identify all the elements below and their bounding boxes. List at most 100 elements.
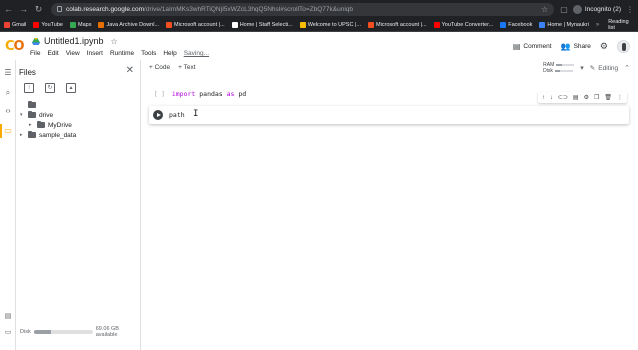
mirror-cell-icon[interactable]: ❐	[594, 94, 599, 101]
folder-icon	[37, 121, 45, 128]
address-bar[interactable]: colab.research.google.com/drive/1aImMKs3…	[51, 2, 555, 16]
star-icon[interactable]: ☆	[111, 37, 118, 46]
browser-menu-icon[interactable]: ⋮	[626, 5, 634, 14]
search-icon[interactable]: ⌕	[3, 88, 13, 98]
menu-item-edit[interactable]: Edit	[47, 50, 58, 57]
bookmark-favicon-icon	[231, 21, 238, 28]
bookmark-item[interactable]: YouTube Converter...	[433, 21, 493, 28]
bookmark-favicon-icon	[500, 21, 507, 28]
expand-caret-icon[interactable]: ▸	[29, 122, 34, 128]
bookmark-item[interactable]: Facebook	[500, 21, 532, 28]
forward-icon[interactable]: →	[19, 4, 28, 14]
bookmarks-more-icon[interactable]: »	[596, 22, 599, 28]
bookmark-item[interactable]: Home | Mynaukri	[539, 21, 589, 28]
bookmark-item[interactable]: Java Archive Downl...	[98, 21, 159, 28]
bookmark-item[interactable]: YouTube	[33, 21, 63, 28]
close-icon[interactable]: ✕	[126, 65, 134, 76]
move-down-icon[interactable]: ↓	[550, 95, 553, 101]
comment-button[interactable]: ▤ Comment	[513, 42, 552, 51]
notebook-toolbar: + Code + Text	[149, 64, 196, 71]
bookmarks-bar: Gmail YouTube Maps Java Archive Downl... Mic…	[0, 18, 638, 32]
delete-icon[interactable]: 🗑	[604, 94, 612, 101]
more-options-icon[interactable]: ⋮	[617, 94, 623, 101]
share-button[interactable]: 👥 Share	[561, 42, 591, 51]
code-cell-2[interactable]: ↑ ↓ ⊂⊃ ▤ ⚙ ❐ 🗑 ⋮ path I	[149, 92, 629, 124]
mount-drive-icon[interactable]: ▴	[66, 83, 76, 93]
cell-toolbar: ↑ ↓ ⊂⊃ ▤ ⚙ ❐ 🗑 ⋮	[537, 92, 627, 103]
disk-usage-bar	[33, 330, 93, 334]
notebook-area: + Code + Text RAM Disk ▾ ✎ Editing ⌃ [ ]…	[141, 60, 638, 350]
collapse-chevron-icon[interactable]: ⌃	[624, 64, 630, 72]
files-toolbar: ↑ ↻ ▴	[24, 83, 76, 93]
colab-header: CO Untitled1.ipynb ☆ File Edit View Insert R…	[0, 32, 638, 60]
editing-mode-button[interactable]: ✎ Editing	[589, 64, 618, 73]
comment-cell-icon[interactable]: ▤	[573, 94, 579, 101]
header-actions: ▤ Comment 👥 Share ⚙	[513, 40, 630, 53]
browser-actions: ▢ Incognito (2) ⋮	[560, 4, 634, 14]
notebook-name[interactable]: Untitled1.ipynb	[44, 36, 104, 46]
cell-settings-icon[interactable]: ⚙	[584, 94, 589, 101]
menu-item-view[interactable]: View	[66, 50, 80, 57]
cell-2-code[interactable]: path	[169, 111, 185, 119]
bookmark-favicon-icon	[367, 21, 374, 28]
file-tree-item[interactable]: ▾ drive	[20, 110, 76, 120]
bookmark-item[interactable]: Maps	[70, 21, 91, 28]
code-snippets-icon[interactable]: ‹›	[3, 106, 13, 116]
ram-disk-indicator[interactable]: RAM Disk	[543, 62, 575, 74]
add-code-button[interactable]: + Code	[149, 64, 170, 71]
saving-status[interactable]: Saving...	[184, 50, 209, 57]
menu-item-tools[interactable]: Tools	[141, 50, 156, 57]
bookmark-item[interactable]: Welcome to UPSC |...	[299, 21, 361, 28]
user-avatar[interactable]	[617, 40, 630, 53]
folder-icon	[28, 101, 36, 108]
active-indicator	[0, 124, 2, 138]
files-folder-icon[interactable]: ▭	[3, 126, 13, 136]
folder-icon	[28, 131, 36, 138]
command-palette-icon[interactable]: ▤	[3, 312, 13, 320]
reading-list-button[interactable]: Reading list	[606, 19, 634, 31]
bookmark-item[interactable]: Gmail	[4, 21, 26, 28]
files-title: Files	[19, 68, 36, 77]
cell-1-code[interactable]: import pandas as pd	[172, 90, 246, 98]
file-tree: ▾ drive ▸ MyDrive ▸ sample_data	[20, 100, 76, 140]
bookmark-star-icon[interactable]: ☆	[541, 5, 548, 14]
bookmark-item[interactable]: Microsoft account |...	[166, 21, 225, 28]
bookmark-favicon-icon	[70, 21, 76, 28]
menu-item-help[interactable]: Help	[163, 50, 176, 57]
bookmark-item[interactable]: Home | Staff Selecti...	[231, 21, 293, 28]
menu-item-file[interactable]: File	[30, 50, 40, 57]
add-text-button[interactable]: + Text	[178, 64, 195, 71]
expand-caret-icon[interactable]: ▸	[20, 132, 25, 138]
back-icon[interactable]: ←	[4, 4, 13, 14]
bookmark-item[interactable]: Microsoft account |...	[367, 21, 427, 28]
terminal-icon[interactable]: ▭	[3, 328, 13, 336]
bookmark-favicon-icon	[166, 21, 173, 28]
file-tree-item[interactable]	[20, 100, 76, 110]
refresh-folder-icon[interactable]: ↻	[45, 83, 55, 93]
comment-icon: ▤	[512, 42, 521, 51]
menu-bar: File Edit View Insert Runtime Tools Help Saving…	[30, 50, 209, 57]
upload-file-icon[interactable]: ↑	[24, 83, 34, 93]
settings-gear-icon[interactable]: ⚙	[600, 41, 608, 52]
menu-item-insert[interactable]: Insert	[87, 50, 103, 57]
table-of-contents-icon[interactable]: ☰	[3, 68, 13, 78]
colab-logo[interactable]: CO	[5, 39, 25, 54]
profile-button[interactable]: Incognito (2)	[572, 4, 621, 14]
disk-usage: Disk 69.06 GB available	[20, 326, 119, 338]
incognito-icon	[572, 4, 582, 14]
reload-icon[interactable]: ↻	[34, 4, 43, 15]
menu-item-runtime[interactable]: Runtime	[110, 50, 134, 57]
bookmark-favicon-icon	[539, 21, 546, 28]
link-icon[interactable]: ⊂⊃	[558, 94, 568, 101]
share-people-icon: 👥	[560, 42, 571, 51]
runtime-dropdown-icon[interactable]: ▾	[580, 64, 584, 72]
extensions-icon[interactable]: ▢	[560, 5, 568, 14]
folder-icon	[28, 111, 36, 118]
left-rail: ☰ ⌕ ‹› ▭ ▤ ▭	[0, 60, 16, 350]
run-cell-icon[interactable]	[153, 110, 163, 120]
pencil-icon: ✎	[589, 65, 596, 72]
move-up-icon[interactable]: ↑	[542, 95, 545, 101]
file-tree-item[interactable]: ▸ sample_data	[20, 130, 76, 140]
file-tree-item[interactable]: ▸ MyDrive	[20, 120, 76, 130]
expand-caret-icon[interactable]: ▾	[20, 112, 25, 118]
